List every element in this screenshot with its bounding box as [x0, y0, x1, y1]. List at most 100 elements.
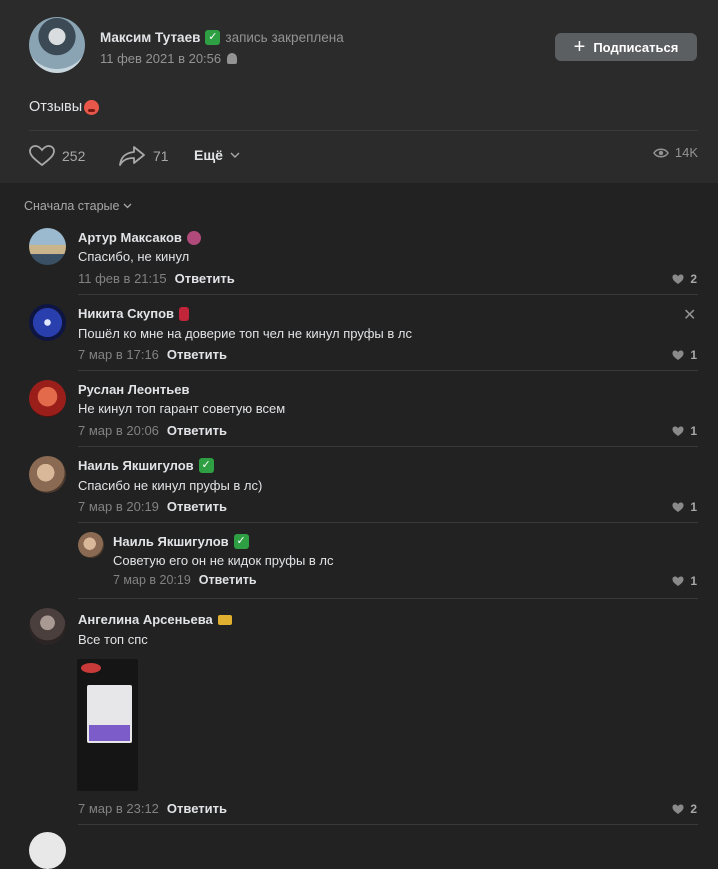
author-avatar[interactable] — [29, 17, 85, 73]
reply-button[interactable]: Ответить — [167, 801, 227, 816]
comment-like-button[interactable]: 2 — [672, 802, 697, 816]
post-date[interactable]: 11 фев 2021 в 20:56 — [100, 51, 221, 66]
heart-icon — [672, 350, 684, 360]
close-icon[interactable]: ✕ — [683, 305, 696, 325]
comment-meta: 7 мар в 23:12 Ответить — [78, 801, 227, 816]
comment-divider — [78, 824, 698, 825]
subscribe-label: Подписаться — [593, 39, 679, 55]
comment-date[interactable]: 7 мар в 17:16 — [78, 347, 159, 362]
comment-avatar[interactable] — [29, 228, 66, 265]
post-author-line: Максим Тутаев ✓ запись закреплена — [100, 30, 344, 45]
comment-divider — [78, 522, 698, 523]
comment-avatar[interactable] — [29, 304, 66, 341]
comment-author-line: Никита Скупов — [78, 306, 189, 321]
comment-text: Советую его он не кидок пруфы в лс — [113, 553, 334, 568]
subscribe-button[interactable]: + Подписаться — [555, 33, 697, 61]
crown-icon — [217, 614, 232, 625]
verified-check-icon: ✓ — [198, 458, 214, 473]
verified-check-icon: ✓ — [205, 30, 221, 45]
comment-text: Спасибо не кинул пруфы в лс) — [78, 478, 263, 493]
comment-like-button[interactable]: 1 — [672, 574, 697, 588]
views-counter: 14K — [652, 145, 698, 160]
emoji-icon — [186, 230, 201, 245]
author-name[interactable]: Максим Тутаев — [100, 30, 200, 45]
like-button[interactable]: 252 — [29, 145, 85, 167]
comment-author[interactable]: Наиль Якшигулов — [113, 534, 229, 549]
reply-button[interactable]: Ответить — [175, 271, 235, 286]
comment-date[interactable]: 7 мар в 20:19 — [78, 499, 159, 514]
comment-meta: 7 мар в 20:06 Ответить — [78, 423, 227, 438]
heart-icon — [29, 145, 55, 167]
comment-like-button[interactable]: 1 — [672, 424, 697, 438]
comment-text: Спасибо, не кинул — [78, 249, 190, 264]
reply-button[interactable]: Ответить — [167, 347, 227, 362]
share-button[interactable]: 71 — [118, 145, 169, 167]
comment-divider — [78, 446, 698, 447]
comment-divider — [78, 598, 698, 599]
comment-divider — [78, 294, 698, 295]
share-count: 71 — [153, 148, 169, 164]
comment-author[interactable]: Ангелина Арсеньева — [78, 612, 213, 627]
comment-sort-dropdown[interactable]: Сначала старые — [24, 199, 132, 213]
comment-meta: 7 мар в 17:16 Ответить — [78, 347, 227, 362]
comment-like-button[interactable]: 1 — [672, 500, 697, 514]
chevron-down-icon — [124, 203, 132, 209]
sort-label: Сначала старые — [24, 199, 120, 213]
comment-text: Пошёл ко мне на доверие топ чел не кинул… — [78, 326, 412, 341]
comment-like-count: 1 — [690, 574, 697, 588]
plus-icon: + — [573, 36, 586, 58]
comment-divider — [78, 370, 698, 371]
reply-button[interactable]: Ответить — [167, 423, 227, 438]
comment-author-line: Руслан Леонтьев — [78, 382, 189, 397]
comment-author-line: Наиль Якшигулов ✓ — [78, 458, 214, 473]
reply-avatar[interactable] — [78, 532, 104, 558]
comment-like-count: 1 — [690, 424, 697, 438]
comment-text: Все топ спс — [78, 632, 148, 647]
comment-like-count: 1 — [690, 348, 697, 362]
comment-like-button[interactable]: 1 — [672, 348, 697, 362]
comment-like-count: 1 — [690, 500, 697, 514]
android-icon — [227, 53, 238, 64]
hot-face-emoji-icon — [84, 99, 100, 115]
comment-date[interactable]: 7 мар в 23:12 — [78, 801, 159, 816]
comment-avatar[interactable] — [29, 832, 66, 869]
post-actions: 252 71 Ещё 14K — [29, 145, 698, 169]
reply-button[interactable]: Ответить — [167, 499, 227, 514]
heart-icon — [672, 426, 684, 436]
verified-check-icon: ✓ — [233, 534, 249, 549]
attached-screenshot[interactable] — [77, 659, 138, 791]
comment-meta: 7 мар в 20:19 Ответить — [78, 499, 227, 514]
comment-like-count: 2 — [690, 272, 697, 286]
post-text: Отзывы — [29, 99, 100, 115]
comment-avatar[interactable] — [29, 608, 66, 645]
post-card: Максим Тутаев ✓ запись закреплена 11 фев… — [0, 0, 718, 183]
comment-date[interactable]: 11 фев в 21:15 — [78, 271, 167, 286]
screenshot-banner — [89, 725, 130, 741]
comment-meta: 11 фев в 21:15 Ответить — [78, 271, 235, 286]
wine-glass-icon — [179, 306, 189, 321]
post-date-line: 11 фев 2021 в 20:56 — [100, 51, 238, 66]
more-label: Ещё — [194, 147, 223, 163]
screenshot-header — [81, 663, 101, 673]
comment-like-count: 2 — [690, 802, 697, 816]
comment-like-button[interactable]: 2 — [672, 272, 697, 286]
comment-date[interactable]: 7 мар в 20:06 — [78, 423, 159, 438]
comment-date[interactable]: 7 мар в 20:19 — [113, 573, 191, 587]
heart-icon — [672, 576, 684, 586]
like-count: 252 — [62, 148, 86, 164]
more-button[interactable]: Ещё — [194, 147, 240, 163]
comment-author[interactable]: Наиль Якшигулов — [78, 458, 194, 473]
comment-author[interactable]: Руслан Леонтьев — [78, 382, 189, 397]
comment-author-line: Ангелина Арсеньева — [78, 612, 232, 627]
comment-avatar[interactable] — [29, 380, 66, 417]
comment-meta: 7 мар в 20:19 Ответить — [113, 573, 257, 587]
comment-author[interactable]: Никита Скупов — [78, 306, 174, 321]
views-count: 14K — [674, 145, 698, 160]
heart-icon — [672, 804, 684, 814]
comment-text: Не кинул топ гарант советую всем — [78, 401, 286, 416]
post-text-value: Отзывы — [29, 99, 83, 115]
comment-avatar[interactable] — [29, 456, 66, 493]
comment-author[interactable]: Артур Максаков — [78, 230, 182, 245]
reply-button[interactable]: Ответить — [199, 573, 257, 587]
comment-author-line: Артур Максаков — [78, 230, 201, 245]
